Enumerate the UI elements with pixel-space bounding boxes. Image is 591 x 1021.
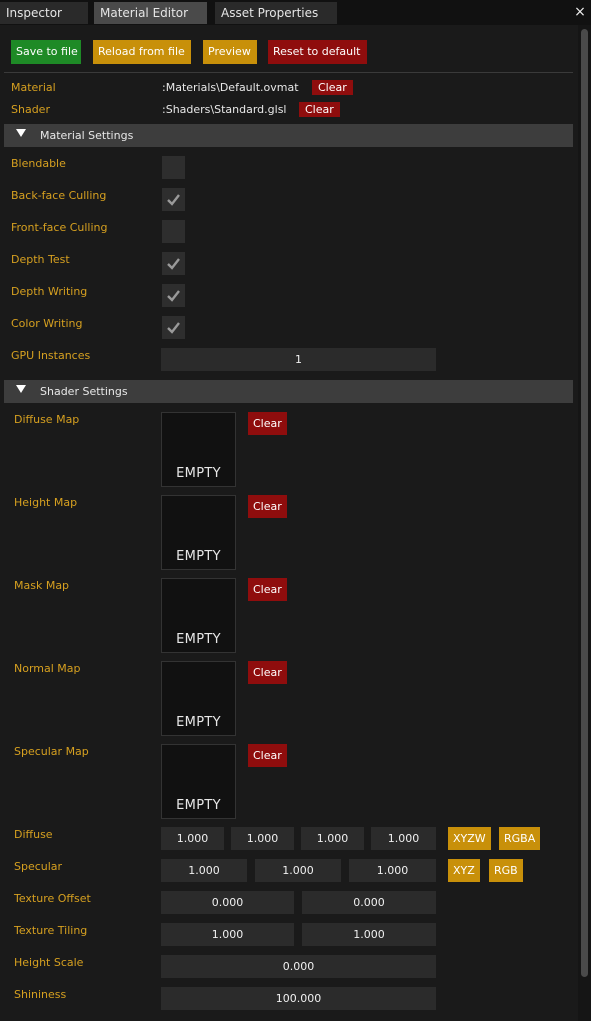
collapse-triangle-icon: [16, 385, 26, 393]
gpu-instances-label: GPU Instances: [11, 349, 91, 362]
specular-z-field[interactable]: 1.000: [349, 859, 436, 882]
collapse-triangle-icon: [16, 129, 26, 137]
depth-writing-label: Depth Writing: [11, 285, 88, 298]
specular-y-field[interactable]: 1.000: [255, 859, 341, 882]
reload-from-file-button[interactable]: Reload from file: [93, 40, 191, 64]
material-settings-header[interactable]: Material Settings: [4, 124, 573, 147]
diffuse-z-field[interactable]: 1.000: [301, 827, 364, 850]
normal-map-label: Normal Map: [14, 662, 81, 675]
back-face-culling-checkbox[interactable]: [162, 188, 185, 211]
tab-inspector[interactable]: Inspector: [0, 2, 88, 24]
gpu-instances-field[interactable]: 1: [161, 348, 436, 371]
mask-map-label: Mask Map: [14, 579, 70, 592]
mask-map-clear-button[interactable]: Clear: [248, 578, 287, 601]
section-title: Shader Settings: [40, 385, 128, 398]
diffuse-x-field[interactable]: 1.000: [161, 827, 224, 850]
empty-preview-text: EMPTY: [176, 715, 221, 730]
diffuse-y-field[interactable]: 1.000: [231, 827, 294, 850]
normal-map-clear-button[interactable]: Clear: [248, 661, 287, 684]
texture-offset-x-field[interactable]: 0.000: [161, 891, 294, 914]
diffuse-map-slot[interactable]: EMPTY: [161, 412, 236, 487]
diffuse-xyzw-button[interactable]: XYZW: [448, 827, 491, 850]
reset-to-default-button[interactable]: Reset to default: [268, 40, 367, 64]
section-title: Material Settings: [40, 129, 134, 142]
shininess-field[interactable]: 100.000: [161, 987, 436, 1010]
texture-tiling-x-field[interactable]: 1.000: [161, 923, 294, 946]
material-clear-button[interactable]: Clear: [312, 80, 353, 95]
vertical-scrollbar[interactable]: [578, 25, 591, 1021]
diffuse-label: Diffuse: [14, 828, 53, 841]
empty-preview-text: EMPTY: [176, 632, 221, 647]
height-scale-field[interactable]: 0.000: [161, 955, 436, 978]
save-to-file-button[interactable]: Save to file: [11, 40, 81, 64]
normal-map-slot[interactable]: EMPTY: [161, 661, 236, 736]
material-label: Material: [11, 81, 56, 94]
tab-asset-properties[interactable]: Asset Properties: [215, 2, 337, 24]
height-scale-label: Height Scale: [14, 956, 84, 969]
diffuse-w-field[interactable]: 1.000: [371, 827, 436, 850]
texture-offset-label: Texture Offset: [14, 892, 91, 905]
diffuse-map-label: Diffuse Map: [14, 413, 80, 426]
checkmark-icon: [167, 290, 180, 302]
close-icon[interactable]: ×: [571, 3, 589, 21]
checkmark-icon: [167, 322, 180, 334]
empty-preview-text: EMPTY: [176, 798, 221, 813]
material-path: :Materials\Default.ovmat: [162, 81, 299, 94]
depth-test-label: Depth Test: [11, 253, 70, 266]
tab-material-editor[interactable]: Material Editor: [94, 2, 207, 24]
texture-tiling-label: Texture Tiling: [14, 924, 88, 937]
depth-writing-checkbox[interactable]: [162, 284, 185, 307]
color-writing-label: Color Writing: [11, 317, 83, 330]
front-face-culling-label: Front-face Culling: [11, 221, 108, 234]
scrollbar-thumb[interactable]: [581, 29, 588, 977]
empty-preview-text: EMPTY: [176, 466, 221, 481]
specular-map-slot[interactable]: EMPTY: [161, 744, 236, 819]
specular-label: Specular: [14, 860, 63, 873]
color-writing-checkbox[interactable]: [162, 316, 185, 339]
specular-map-label: Specular Map: [14, 745, 89, 758]
shader-settings-header[interactable]: Shader Settings: [4, 380, 573, 403]
tab-bar: Inspector Material Editor Asset Properti…: [0, 0, 591, 25]
texture-tiling-y-field[interactable]: 1.000: [302, 923, 436, 946]
shader-clear-button[interactable]: Clear: [299, 102, 340, 117]
checkmark-icon: [167, 194, 180, 206]
height-map-slot[interactable]: EMPTY: [161, 495, 236, 570]
height-map-clear-button[interactable]: Clear: [248, 495, 287, 518]
back-face-culling-label: Back-face Culling: [11, 189, 107, 202]
shader-label: Shader: [11, 103, 50, 116]
specular-map-clear-button[interactable]: Clear: [248, 744, 287, 767]
checkmark-icon: [167, 258, 180, 270]
height-map-label: Height Map: [14, 496, 78, 509]
specular-xyz-button[interactable]: XYZ: [448, 859, 480, 882]
specular-rgb-button[interactable]: RGB: [489, 859, 523, 882]
mask-map-slot[interactable]: EMPTY: [161, 578, 236, 653]
shader-path: :Shaders\Standard.glsl: [162, 103, 287, 116]
diffuse-map-clear-button[interactable]: Clear: [248, 412, 287, 435]
specular-x-field[interactable]: 1.000: [161, 859, 247, 882]
blendable-label: Blendable: [11, 157, 66, 170]
empty-preview-text: EMPTY: [176, 549, 221, 564]
blendable-checkbox[interactable]: [162, 156, 185, 179]
depth-test-checkbox[interactable]: [162, 252, 185, 275]
diffuse-rgba-button[interactable]: RGBA: [499, 827, 541, 850]
preview-button[interactable]: Preview: [203, 40, 257, 64]
shininess-label: Shininess: [14, 988, 67, 1001]
divider: [4, 72, 573, 73]
front-face-culling-checkbox[interactable]: [162, 220, 185, 243]
texture-offset-y-field[interactable]: 0.000: [302, 891, 436, 914]
